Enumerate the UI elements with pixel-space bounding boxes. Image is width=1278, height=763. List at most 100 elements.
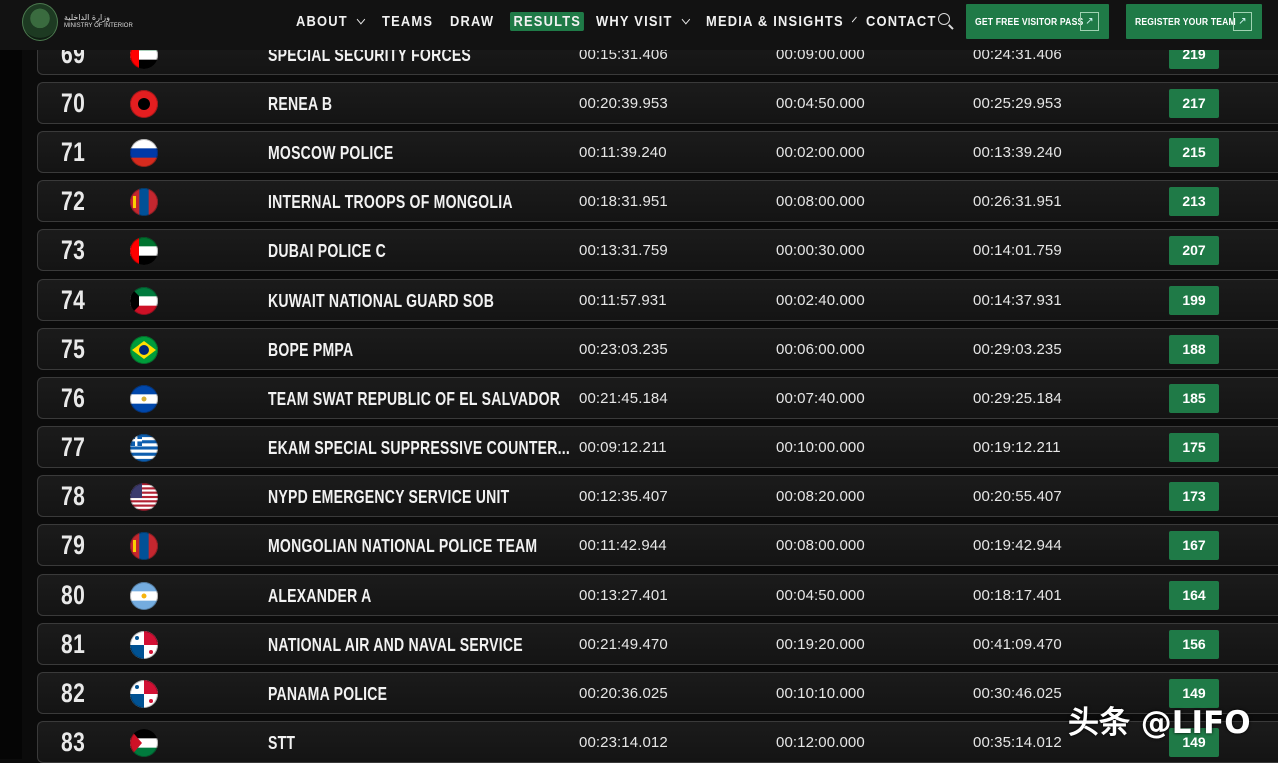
result-row[interactable]: 75 BOPE PMPA 00:23:03.235 00:06:00.000 0… (37, 328, 1278, 370)
time-1: 00:21:49.470 (579, 636, 668, 653)
nav-label: ABOUT (296, 13, 370, 30)
rank-number: 76 (61, 383, 86, 413)
time-2: 00:10:10.000 (776, 685, 865, 702)
time-1: 00:09:12.211 (579, 439, 667, 456)
time-3: 00:18:17.401 (973, 587, 1062, 604)
team-name: PANAMA POLICE (268, 684, 388, 704)
nav-item-contact[interactable]: CONTACT (866, 13, 936, 30)
result-row[interactable]: 74 KUWAIT NATIONAL GUARD SOB 00:11:57.93… (37, 279, 1278, 321)
visitor-pass-label: GET FREE VISITOR PASS (975, 15, 1084, 28)
result-row[interactable]: 80 ALEXANDER A 00:13:27.401 00:04:50.000… (37, 574, 1278, 616)
rank-number: 78 (61, 481, 86, 511)
result-row[interactable]: 79 MONGOLIAN NATIONAL POLICE TEAM 00:11:… (37, 524, 1278, 566)
result-row[interactable]: 71 MOSCOW POLICE 00:11:39.240 00:02:00.0… (37, 131, 1278, 173)
nav-item-teams[interactable]: TEAMS (382, 13, 450, 30)
chevron-down-icon (852, 16, 857, 22)
country-flag-icon (130, 582, 158, 610)
get-visitor-pass-button[interactable]: GET FREE VISITOR PASS ↗ (966, 4, 1109, 39)
time-3: 00:29:03.235 (973, 341, 1062, 358)
search-icon[interactable] (938, 13, 950, 25)
time-1: 00:13:27.401 (579, 587, 668, 604)
score-badge: 173 (1169, 482, 1219, 511)
time-1: 00:12:35.407 (579, 488, 668, 505)
rank-number: 71 (61, 137, 86, 167)
country-flag-icon (130, 336, 158, 364)
time-3: 00:41:09.470 (973, 636, 1062, 653)
time-2: 00:10:00.000 (776, 439, 865, 456)
time-1: 00:23:03.235 (579, 341, 668, 358)
time-3: 00:20:55.407 (973, 488, 1062, 505)
nav-item-about[interactable]: ABOUT (296, 13, 382, 30)
time-3: 00:14:01.759 (973, 242, 1062, 259)
register-team-label: REGISTER YOUR TEAM (1135, 15, 1236, 28)
nav-item-draw[interactable]: DRAW (450, 13, 510, 30)
team-name: KUWAIT NATIONAL GUARD SOB (268, 291, 495, 311)
team-name: TEAM SWAT REPUBLIC OF EL SALVADOR (268, 389, 561, 409)
time-2: 00:08:20.000 (776, 488, 865, 505)
rank-number: 79 (61, 530, 86, 560)
time-1: 00:20:39.953 (579, 95, 668, 112)
result-row[interactable]: 76 TEAM SWAT REPUBLIC OF EL SALVADOR 00:… (37, 377, 1278, 419)
score-badge: 188 (1169, 335, 1219, 364)
time-1: 00:11:39.240 (579, 144, 667, 161)
main-menu: ABOUT TEAMS DRAW RESULTS WHY VISIT MEDIA & IN… (296, 0, 936, 42)
country-flag-icon (130, 139, 158, 167)
team-name: STT (268, 733, 296, 753)
result-row[interactable]: 73 DUBAI POLICE C 00:13:31.759 00:00:30.… (37, 229, 1278, 271)
time-3: 00:26:31.951 (973, 193, 1062, 210)
time-3: 00:35:14.012 (973, 734, 1062, 751)
site-logo[interactable]: وزارة الداخلية MINISTRY OF INTERIOR (22, 2, 133, 42)
result-row[interactable]: 70 RENEA B 00:20:39.953 00:04:50.000 00:… (37, 82, 1278, 124)
logo-text-english: MINISTRY OF INTERIOR (64, 23, 133, 29)
team-name: MOSCOW POLICE (268, 143, 394, 163)
time-3: 00:30:46.025 (973, 685, 1062, 702)
nav-label: DRAW (450, 13, 502, 30)
nav-label-text: RESULTS (513, 12, 582, 30)
nav-label: WHY VISIT (596, 13, 691, 30)
result-row[interactable]: 77 EKAM SPECIAL SUPPRESSIVE COUNTER... 0… (37, 426, 1278, 468)
nav-label: CONTACT (866, 13, 935, 30)
time-2: 00:04:50.000 (776, 95, 865, 112)
team-name: ALEXANDER A (268, 586, 372, 606)
nav-label: TEAMS (382, 13, 440, 30)
rank-number: 72 (61, 186, 86, 216)
time-1: 00:11:57.931 (579, 292, 667, 309)
time-2: 00:08:00.000 (776, 193, 865, 210)
score-badge: 185 (1169, 384, 1219, 413)
time-1: 00:11:42.944 (579, 537, 667, 554)
left-edge (0, 0, 22, 759)
nav-item-why-visit[interactable]: WHY VISIT (596, 13, 706, 30)
result-row[interactable]: 78 NYPD EMERGENCY SERVICE UNIT 00:12:35.… (37, 475, 1278, 517)
country-flag-icon (130, 483, 158, 511)
nav-item-results[interactable]: RESULTS (510, 11, 596, 31)
rank-number: 70 (61, 88, 86, 118)
rank-number: 82 (61, 678, 86, 708)
time-3: 00:19:12.211 (973, 439, 1061, 456)
team-name: INTERNAL TROOPS OF MONGOLIA (268, 192, 513, 212)
time-2: 00:02:00.000 (776, 144, 865, 161)
nav-item-media-insights[interactable]: MEDIA & INSIGHTS (706, 13, 866, 30)
score-badge: 167 (1169, 531, 1219, 560)
time-3: 00:29:25.184 (973, 390, 1062, 407)
score-badge: 175 (1169, 433, 1219, 462)
arrow-up-right-icon: ↗ (1080, 12, 1099, 31)
time-2: 00:08:00.000 (776, 537, 865, 554)
country-flag-icon (130, 237, 158, 265)
time-2: 00:12:00.000 (776, 734, 865, 751)
rank-number: 83 (61, 727, 86, 757)
score-badge: 207 (1169, 236, 1219, 265)
country-flag-icon (130, 90, 158, 118)
register-team-button[interactable]: REGISTER YOUR TEAM ↗ (1126, 4, 1262, 39)
time-2: 00:19:20.000 (776, 636, 865, 653)
chevron-down-icon (356, 14, 366, 24)
rank-number: 80 (61, 580, 86, 610)
time-2: 00:00:30.000 (776, 242, 865, 259)
country-flag-icon (130, 631, 158, 659)
result-row[interactable]: 72 INTERNAL TROOPS OF MONGOLIA 00:18:31.… (37, 180, 1278, 222)
team-name: BOPE PMPA (268, 340, 354, 360)
results-table: 69 SPECIAL SECURITY FORCES 00:15:31.406 … (37, 0, 1278, 763)
score-badge: 217 (1169, 89, 1219, 118)
result-row[interactable]: 81 NATIONAL AIR AND NAVAL SERVICE 00:21:… (37, 623, 1278, 665)
time-2: 00:04:50.000 (776, 587, 865, 604)
nav-label: MEDIA & INSIGHTS (706, 13, 857, 30)
